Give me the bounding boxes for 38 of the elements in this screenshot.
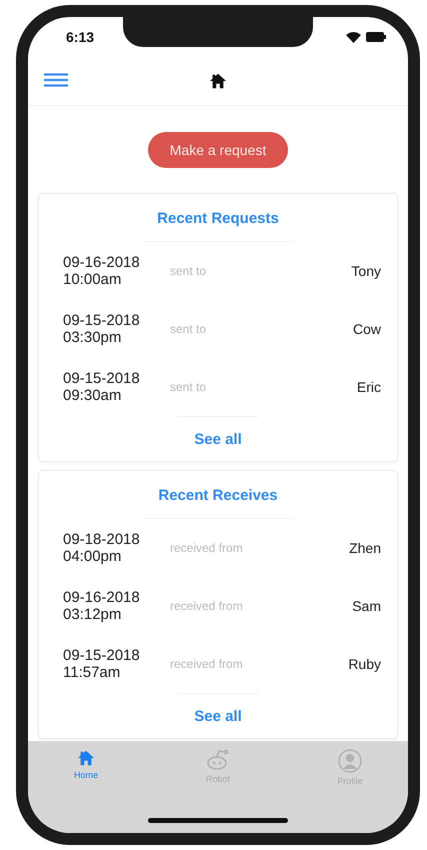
contact-name: Sam <box>352 598 381 614</box>
make-request-button[interactable]: Make a request <box>148 132 288 168</box>
home-icon <box>77 749 95 767</box>
robot-icon <box>205 749 231 771</box>
date-text: 09-18-2018 <box>63 531 141 548</box>
time-text: 10:00am <box>63 271 122 288</box>
see-all-link[interactable]: See all <box>188 694 248 738</box>
profile-icon <box>338 749 362 773</box>
relation-text: received from <box>170 657 244 671</box>
contact-name: Tony <box>351 263 381 279</box>
card-title: Recent Requests <box>156 209 280 229</box>
time-text: 11:57am <box>63 664 122 681</box>
time-text: 09:30am <box>63 387 122 404</box>
contact-name: Eric <box>356 379 381 395</box>
relation-text: received from <box>170 599 244 613</box>
contact-name: Cow <box>352 321 381 337</box>
relation-text: sent to <box>170 322 208 336</box>
date-text: 09-15-2018 <box>63 370 141 387</box>
contact-name: Ruby <box>348 656 381 672</box>
card-title: Recent Receives <box>157 486 279 506</box>
wifi-icon <box>346 32 361 42</box>
see-all-link[interactable]: See all <box>188 417 248 461</box>
date-text: 09-16-2018 <box>63 254 141 271</box>
relation-text: received from <box>170 541 244 555</box>
date-text: 09-15-2018 <box>63 312 141 329</box>
time-text: 03:30pm <box>63 329 122 346</box>
contact-name: Zhen <box>349 540 381 556</box>
menu-icon[interactable] <box>44 73 68 87</box>
time-text: 03:12pm <box>63 606 122 623</box>
status-time: 6:13 <box>66 29 94 45</box>
battery-icon <box>366 32 386 42</box>
time-text: 04:00pm <box>63 548 122 565</box>
home-icon <box>209 72 227 90</box>
relation-text: sent to <box>170 264 208 278</box>
date-text: 09-16-2018 <box>63 589 141 606</box>
date-text: 09-15-2018 <box>63 647 141 664</box>
relation-text: sent to <box>170 380 208 394</box>
tab-bar-item[interactable]: Home <box>56 741 116 781</box>
